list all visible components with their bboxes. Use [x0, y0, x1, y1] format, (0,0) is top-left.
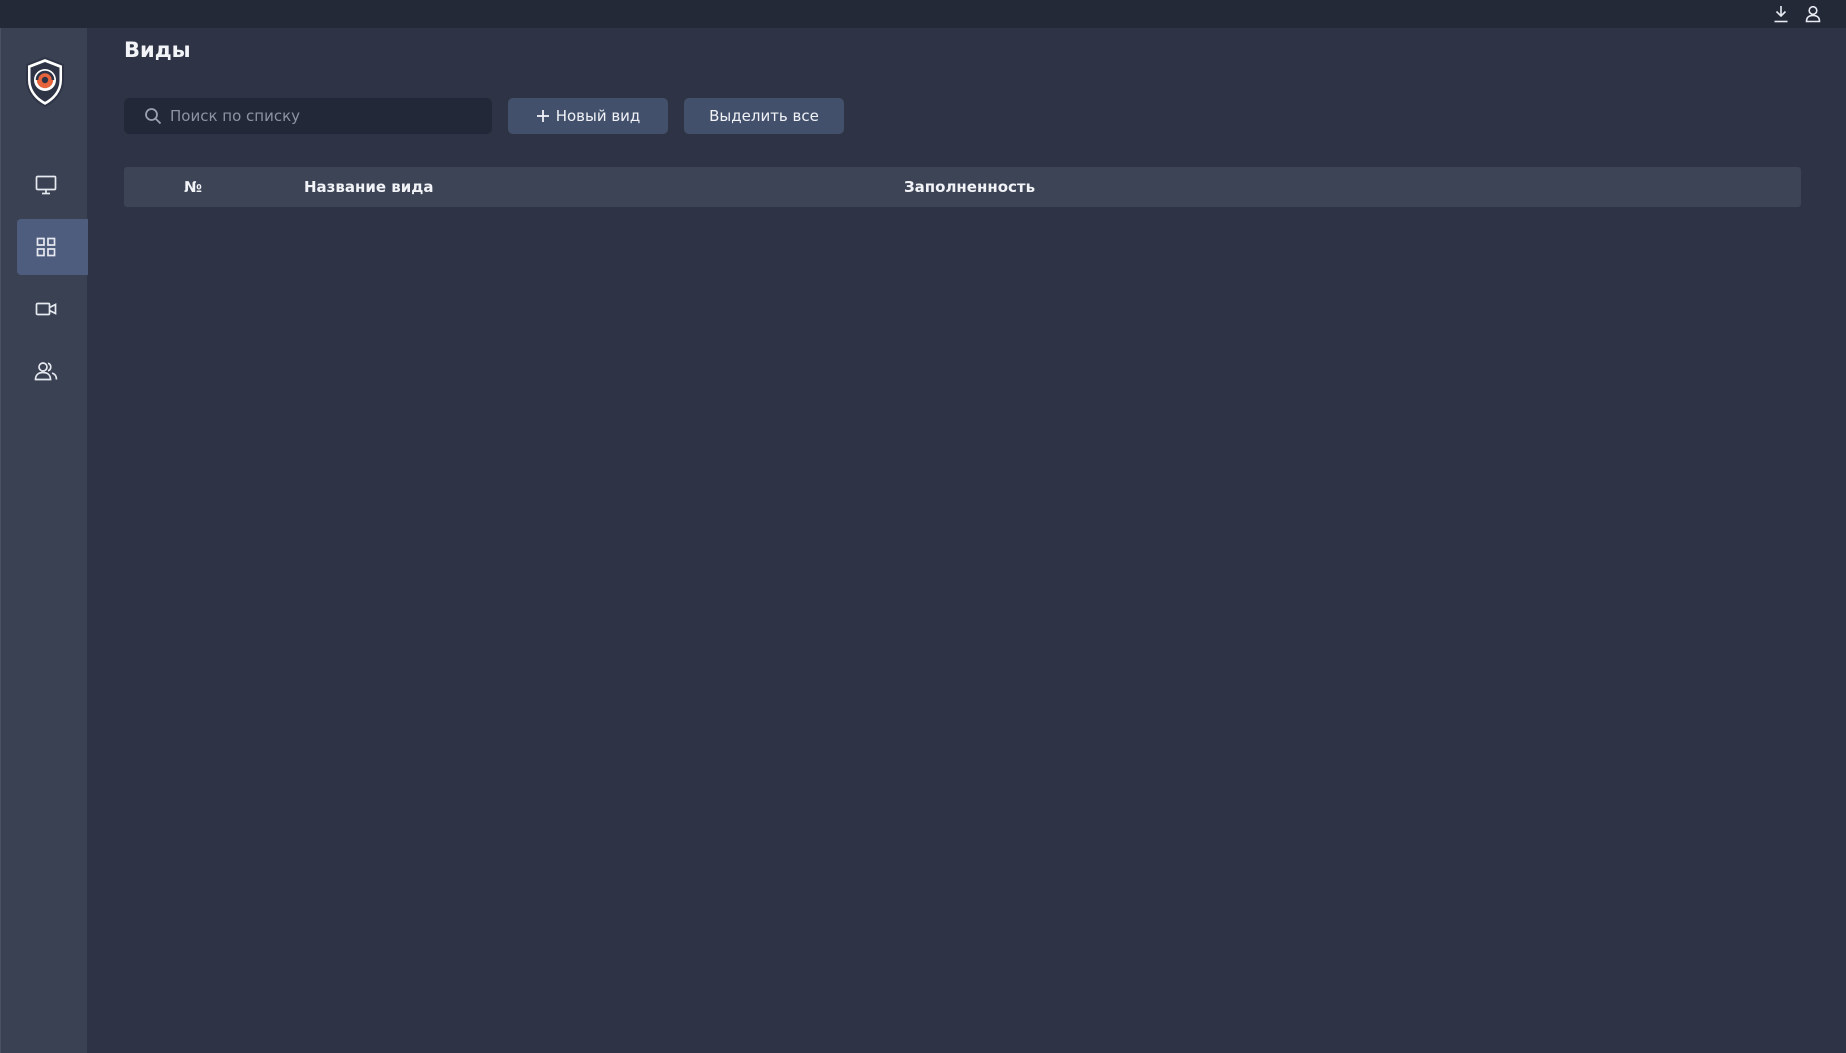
download-icon[interactable] — [1771, 4, 1791, 24]
sidebar-item-users[interactable] — [17, 343, 88, 399]
search-icon — [144, 107, 162, 125]
sidebar — [0, 28, 88, 1053]
column-header-view-name[interactable]: Название вида — [304, 167, 434, 207]
column-header-number[interactable]: № — [184, 167, 202, 207]
select-all-button[interactable]: Выделить все — [684, 98, 844, 134]
camera-icon — [35, 301, 57, 317]
sidebar-item-views[interactable] — [17, 219, 88, 275]
grid-icon — [36, 237, 56, 257]
search-box — [124, 98, 492, 134]
table-header: № Название вида Заполненность — [124, 167, 1801, 207]
new-view-label: Новый вид — [555, 107, 641, 125]
select-all-label: Выделить все — [709, 107, 819, 125]
column-header-fill[interactable]: Заполненность — [904, 167, 1035, 207]
sidebar-item-cameras[interactable] — [17, 281, 88, 337]
monitor-icon — [35, 175, 57, 195]
top-bar — [0, 0, 1846, 28]
new-view-button[interactable]: Новый вид — [508, 98, 668, 134]
search-input[interactable] — [170, 98, 482, 134]
page-title: Виды — [124, 38, 191, 62]
app-logo — [23, 56, 67, 108]
user-icon[interactable] — [1803, 4, 1823, 24]
sidebar-item-monitor[interactable] — [17, 157, 88, 213]
users-icon — [34, 361, 58, 381]
plus-icon — [536, 109, 550, 123]
